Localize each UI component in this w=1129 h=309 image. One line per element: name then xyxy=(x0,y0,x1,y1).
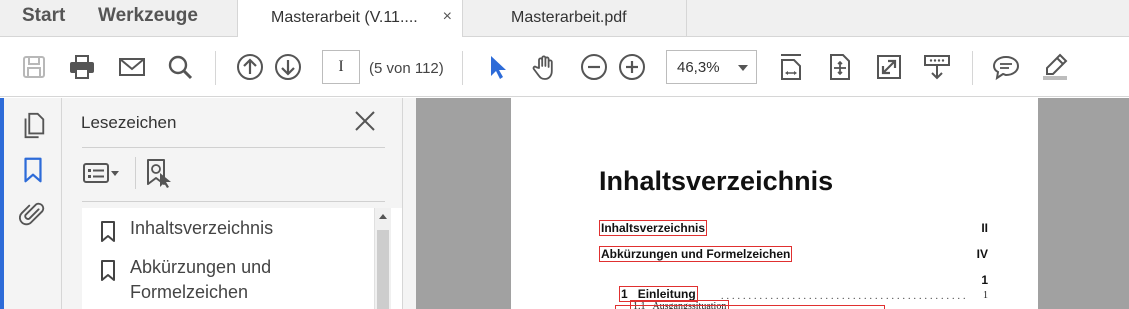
zoom-out-icon[interactable] xyxy=(578,51,610,83)
toc-page-number: 1 xyxy=(981,273,988,287)
toc-leader-dots: ........................................… xyxy=(721,291,966,302)
bookmark-icon xyxy=(101,260,115,281)
zoom-value: 46,3% xyxy=(677,59,720,76)
tab-bar: Start Werkzeuge Masterarbeit (V.11.... ×… xyxy=(0,0,1129,38)
bookmark-options-button[interactable] xyxy=(82,157,122,189)
print-icon[interactable] xyxy=(66,51,98,83)
bookmark-scrollbar[interactable] xyxy=(374,208,391,309)
full-screen-icon[interactable] xyxy=(873,51,905,83)
scroll-up-icon[interactable] xyxy=(379,214,387,219)
panel-divider xyxy=(82,201,385,202)
panel-title: Lesezeichen xyxy=(81,113,177,132)
toc-page-number: 1 xyxy=(983,290,988,301)
save-icon[interactable] xyxy=(18,51,50,83)
start-link[interactable]: Start xyxy=(22,5,65,27)
toc-page-number: II xyxy=(981,221,988,235)
add-bookmark-button[interactable] xyxy=(144,157,174,189)
bookmark-icon xyxy=(101,221,115,242)
email-icon[interactable] xyxy=(116,51,148,83)
toc-entry[interactable]: Abkürzungen und Formelzeichen xyxy=(599,246,793,262)
chevron-down-icon xyxy=(738,65,748,71)
page-heading: Inhaltsverzeichnis xyxy=(599,166,834,196)
tab-label: Masterarbeit (V.11.... xyxy=(271,9,418,26)
attachment-icon[interactable] xyxy=(18,199,48,229)
bookmark-label: Abkürzungen und Formelzeichen xyxy=(130,257,272,302)
rail-accent-bar xyxy=(0,98,4,309)
zoom-dropdown[interactable]: 46,3% xyxy=(666,50,757,84)
bookmark-label: Inhaltsverzeichnis xyxy=(130,218,274,238)
zoom-in-icon[interactable] xyxy=(616,51,648,83)
close-icon[interactable] xyxy=(352,108,378,134)
select-cursor-icon[interactable] xyxy=(482,51,514,83)
toolbar-separator xyxy=(135,157,136,189)
hand-tool-icon[interactable] xyxy=(529,51,561,83)
search-icon[interactable] xyxy=(164,51,196,83)
bookmarks-panel: Lesezeichen Inhaltsverzeichnis Abkürzung… xyxy=(62,98,433,309)
panel-splitter[interactable] xyxy=(402,98,416,309)
tools-link[interactable]: Werkzeuge xyxy=(98,5,198,27)
toolbar-separator xyxy=(215,51,216,85)
navigation-rail xyxy=(0,98,62,309)
toolbar-separator xyxy=(462,51,463,85)
scroll-mode-icon[interactable] xyxy=(775,51,807,83)
panel-divider xyxy=(82,147,385,148)
toc-link[interactable]: Abkürzungen und Formelzeichen xyxy=(599,246,793,262)
toc-link-partial xyxy=(615,305,885,309)
fit-page-icon[interactable] xyxy=(823,51,855,83)
scroll-thumb[interactable] xyxy=(377,230,389,309)
next-page-icon[interactable] xyxy=(272,51,304,83)
read-mode-icon[interactable] xyxy=(921,51,953,83)
toc-link[interactable]: Inhaltsverzeichnis xyxy=(599,220,708,236)
bookmark-icon[interactable] xyxy=(18,155,48,185)
comment-icon[interactable] xyxy=(990,51,1022,83)
highlight-icon[interactable] xyxy=(1039,51,1071,83)
previous-page-icon[interactable] xyxy=(234,51,266,83)
document-viewport[interactable]: Inhaltsverzeichnis Inhaltsverzeichnis II… xyxy=(416,98,1129,309)
toolbar: I (5 von 112) 46,3% xyxy=(0,37,1129,97)
bookmark-item[interactable]: Abkürzungen und Formelzeichen xyxy=(100,255,360,307)
pdf-page: Inhaltsverzeichnis Inhaltsverzeichnis II… xyxy=(511,98,1038,309)
toc-entry[interactable]: Inhaltsverzeichnis xyxy=(599,220,708,236)
page-number-input[interactable]: I xyxy=(322,50,360,84)
tab-close-icon[interactable]: × xyxy=(443,8,452,26)
tab-masterarbeit-pdf[interactable]: Masterarbeit.pdf xyxy=(463,0,687,37)
tab-masterarbeit-v11[interactable]: Masterarbeit (V.11.... × xyxy=(237,0,463,38)
page-thumbnails-icon[interactable] xyxy=(18,110,48,140)
page-count-label: (5 von 112) xyxy=(369,60,444,77)
tab-label: Masterarbeit.pdf xyxy=(511,9,627,26)
toolbar-separator xyxy=(972,51,973,85)
toc-page-number: IV xyxy=(976,247,988,261)
bookmark-item[interactable]: Inhaltsverzeichnis xyxy=(100,216,360,242)
